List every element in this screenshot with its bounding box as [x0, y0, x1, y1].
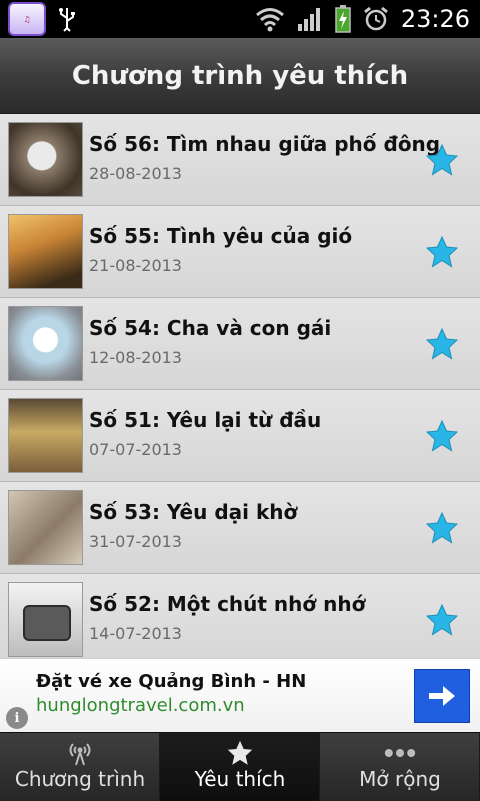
episode-date: 21-08-2013	[89, 256, 182, 275]
status-time: 23:26	[400, 5, 470, 33]
episode-title: Số 51: Yêu lại từ đầu	[89, 408, 322, 432]
episode-date: 12-08-2013	[89, 348, 182, 367]
episode-thumbnail	[8, 214, 83, 289]
episode-title: Số 52: Một chút nhớ nhớ	[89, 592, 366, 616]
status-bar: ♫ 23:26	[0, 0, 480, 38]
episode-thumbnail	[8, 490, 83, 565]
favorite-star-icon[interactable]	[426, 328, 458, 360]
favorite-star-icon[interactable]	[426, 420, 458, 452]
title-bar: Chương trình yêu thích	[0, 38, 480, 114]
arrow-right-icon	[429, 686, 455, 706]
ad-title: Đặt vé xe Quảng Bình - HN	[36, 671, 307, 692]
list-item[interactable]: Số 51: Yêu lại từ đầu 07-07-2013	[0, 390, 480, 482]
battery-charging-icon	[335, 5, 351, 33]
ad-info-icon[interactable]: i	[6, 707, 28, 729]
episode-title: Số 55: Tình yêu của gió	[89, 224, 353, 248]
episode-date: 28-08-2013	[89, 164, 182, 183]
favorite-star-icon[interactable]	[426, 604, 458, 636]
tab-label: Mở rộng	[359, 767, 441, 791]
episode-date: 31-07-2013	[89, 532, 182, 551]
favorite-star-icon[interactable]	[426, 144, 458, 176]
list-item[interactable]: Số 54: Cha và con gái 12-08-2013	[0, 298, 480, 390]
alarm-icon	[363, 6, 388, 31]
favorites-list: Số 56: Tìm nhau giữa phố đông 28-08-2013…	[0, 114, 480, 658]
bottom-tab-bar: Chương trình Yêu thích Mở rộng	[0, 732, 480, 801]
list-item[interactable]: Số 55: Tình yêu của gió 21-08-2013	[0, 206, 480, 298]
ad-arrow-button[interactable]	[414, 669, 470, 723]
signal-icon	[297, 8, 320, 31]
favorite-star-icon[interactable]	[426, 236, 458, 268]
app-notification-icon: ♫	[8, 2, 46, 36]
tab-programs[interactable]: Chương trình	[0, 733, 160, 801]
usb-icon	[59, 8, 75, 32]
list-item[interactable]: Số 53: Yêu dại khờ 31-07-2013	[0, 482, 480, 574]
page-title: Chương trình yêu thích	[71, 60, 409, 91]
list-item[interactable]: Số 56: Tìm nhau giữa phố đông 28-08-2013	[0, 114, 480, 206]
broadcast-icon	[64, 739, 96, 767]
more-dots-icon	[384, 739, 416, 767]
wifi-icon	[255, 8, 284, 32]
episode-title: Số 54: Cha và con gái	[89, 316, 332, 340]
list-item[interactable]: Số 52: Một chút nhớ nhớ 14-07-2013	[0, 574, 480, 658]
ad-banner[interactable]: Đặt vé xe Quảng Bình - HN hunglongtravel…	[0, 658, 480, 732]
episode-thumbnail	[8, 122, 83, 197]
tab-more[interactable]: Mở rộng	[320, 733, 480, 801]
favorite-star-icon[interactable]	[426, 512, 458, 544]
episode-date: 07-07-2013	[89, 440, 182, 459]
tab-label: Chương trình	[14, 767, 146, 791]
tab-favorites[interactable]: Yêu thích	[160, 733, 320, 801]
tab-label: Yêu thích	[194, 767, 286, 791]
ad-url[interactable]: hunglongtravel.com.vn	[36, 695, 245, 716]
star-icon	[224, 739, 256, 767]
episode-title: Số 56: Tìm nhau giữa phố đông	[89, 132, 441, 156]
episode-thumbnail	[8, 306, 83, 381]
episode-title: Số 53: Yêu dại khờ	[89, 500, 298, 524]
episode-thumbnail	[8, 582, 83, 657]
episode-date: 14-07-2013	[89, 624, 182, 643]
episode-thumbnail	[8, 398, 83, 473]
